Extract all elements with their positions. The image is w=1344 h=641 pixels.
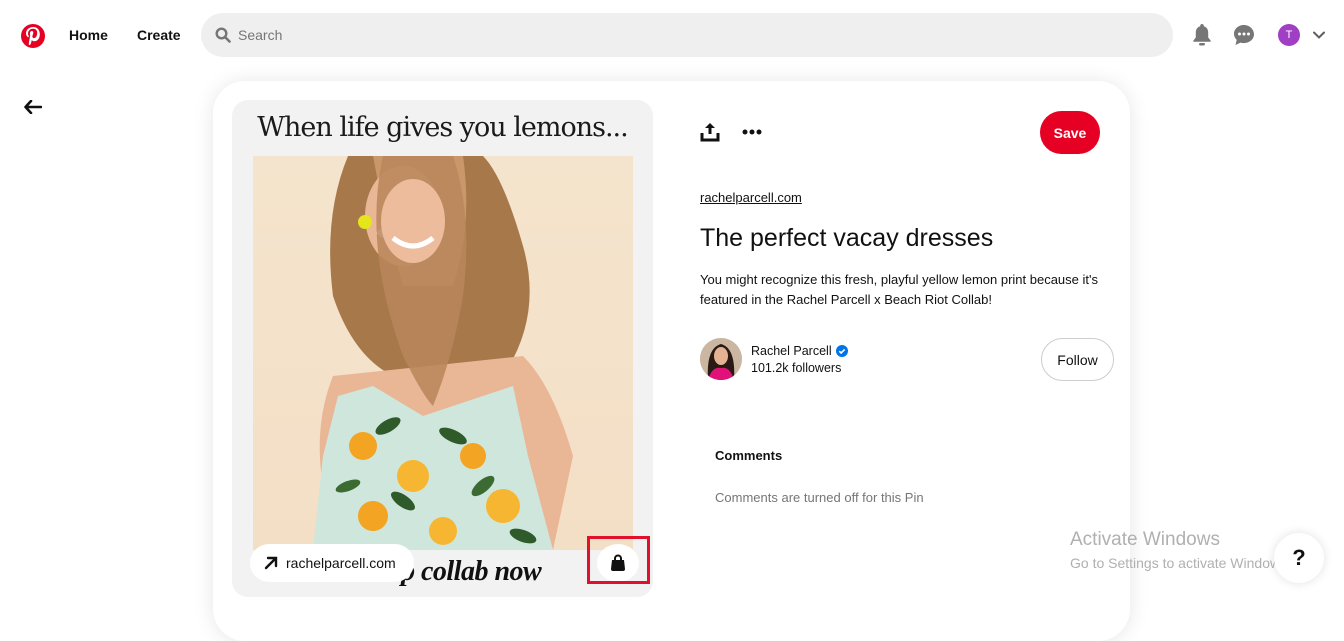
highlight-annotation-box — [587, 536, 650, 584]
pin-image[interactable]: When life gives you lemons... shop colla… — [232, 100, 653, 597]
creator-followers: 101.2k followers — [751, 361, 842, 375]
activate-windows-title: Activate Windows — [1070, 529, 1220, 550]
top-navigation-bar: Home Create T — [0, 0, 1344, 72]
pin-image-headline: When life gives you lemons... — [257, 112, 628, 143]
comments-heading: Comments — [715, 448, 783, 463]
pin-description: You might recognize this fresh, playful … — [700, 272, 1098, 307]
activate-windows-subtitle: Go to Settings to activate Windows. — [1070, 555, 1291, 571]
nav-create-link[interactable]: Create — [137, 27, 181, 43]
chevron-down-icon[interactable] — [1312, 28, 1326, 42]
search-input[interactable] — [238, 27, 1138, 43]
search-icon — [215, 27, 231, 43]
source-link[interactable]: rachelparcell.com — [700, 190, 802, 205]
search-bar[interactable] — [201, 13, 1173, 57]
creator-name: Rachel Parcell — [751, 344, 832, 358]
comments-status: Comments are turned off for this Pin — [715, 490, 924, 505]
messages-chat-icon[interactable] — [1232, 23, 1256, 47]
follow-button[interactable]: Follow — [1041, 338, 1114, 381]
pinterest-logo-icon[interactable] — [21, 24, 45, 48]
pin-title: The perfect vacay dresses — [700, 224, 994, 252]
pin-source-link-pill[interactable]: rachelparcell.com — [250, 544, 414, 582]
back-arrow-icon[interactable] — [22, 96, 44, 118]
save-button[interactable]: Save — [1040, 111, 1100, 154]
creator-avatar[interactable] — [700, 338, 742, 380]
creator-name-row[interactable]: Rachel Parcell — [751, 344, 848, 358]
link-pill-label: rachelparcell.com — [286, 555, 396, 571]
help-button[interactable]: ? — [1274, 533, 1324, 583]
nav-home-link[interactable]: Home — [69, 27, 108, 43]
user-avatar[interactable]: T — [1278, 24, 1300, 46]
share-upload-icon[interactable] — [699, 121, 721, 143]
verified-badge-icon — [835, 345, 848, 357]
external-arrow-icon — [264, 556, 278, 570]
more-options-icon[interactable] — [740, 121, 764, 143]
pin-photo — [253, 156, 633, 550]
notifications-bell-icon[interactable] — [1190, 23, 1214, 47]
